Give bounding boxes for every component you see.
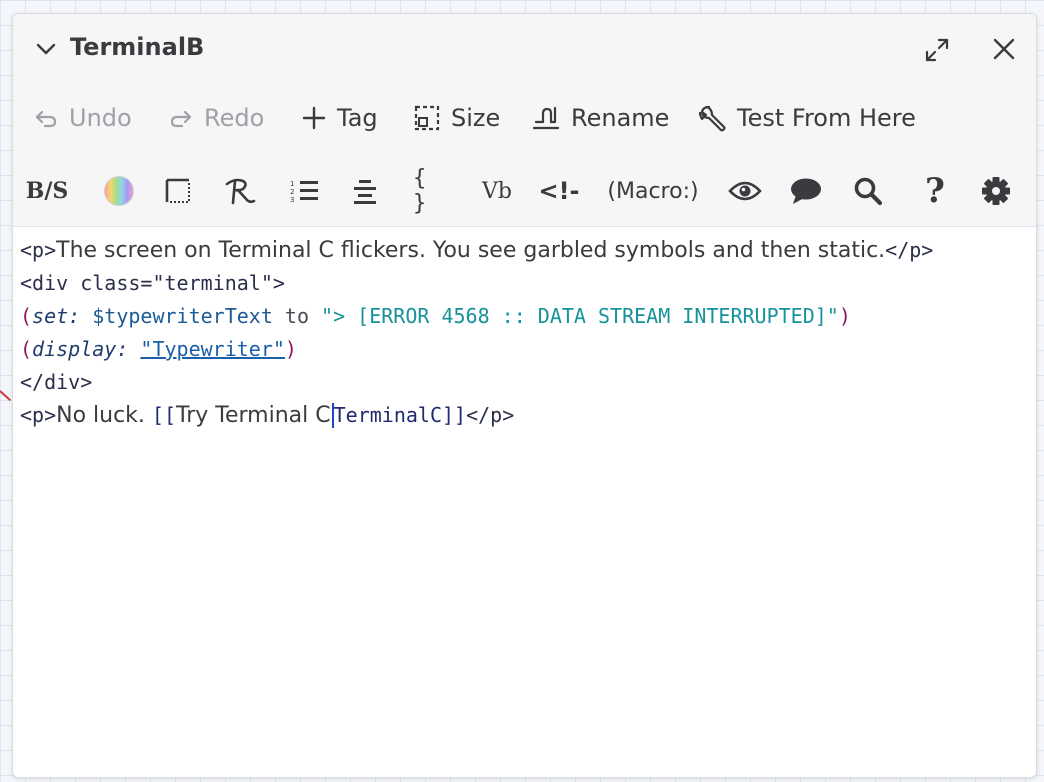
verbatim-label: Vb	[482, 178, 512, 204]
macro-paren: )	[838, 304, 851, 328]
wrench-icon	[698, 105, 726, 132]
svg-text:1: 1	[290, 180, 294, 188]
passage-edit-dialog: TerminalB Undo Redo Tag Size Rename Test…	[12, 13, 1037, 778]
dialog-title: TerminalB	[70, 33, 205, 61]
close-icon[interactable]	[991, 36, 1017, 62]
rename-label: Rename	[571, 104, 670, 132]
title-bar: TerminalB	[13, 14, 1036, 84]
prose-text: The screen on Terminal C flickers. You s…	[56, 238, 886, 263]
macro-button[interactable]: (Macro:)	[603, 169, 703, 213]
code-line: <p>No luck. [[Try Terminal C TerminalC]]<…	[20, 399, 1030, 432]
bold-strike-label: B/S	[25, 178, 69, 204]
link-bracket: ]]	[441, 403, 467, 427]
color-button[interactable]	[101, 169, 137, 213]
code-line: (display: "Typewriter")	[20, 333, 1030, 366]
passage-toolbar: Undo Redo Tag Size Rename Test From Here	[13, 98, 1036, 138]
numbered-list-icon: 123	[290, 180, 318, 204]
code-line: <div class="terminal">	[20, 267, 1030, 300]
comment-bubble-button[interactable]	[787, 169, 825, 213]
code-line: </div>	[20, 366, 1030, 399]
tag-label: Tag	[337, 104, 378, 132]
border-box-icon	[165, 178, 190, 203]
search-icon	[854, 177, 883, 206]
redo-label: Redo	[204, 104, 265, 132]
verbatim-button[interactable]: Vb	[479, 169, 515, 213]
rename-signature-icon	[532, 106, 560, 130]
macro-paren: (	[20, 304, 33, 328]
undo-button[interactable]: Undo	[33, 98, 132, 138]
chevron-down-icon[interactable]	[35, 38, 57, 60]
align-button[interactable]	[346, 169, 384, 213]
keyword: to	[272, 304, 322, 328]
eye-icon	[728, 181, 762, 201]
html-tag: </p>	[885, 238, 934, 262]
help-button[interactable]: ?	[916, 169, 954, 213]
align-center-icon	[354, 180, 376, 204]
tag-button[interactable]: Tag	[301, 98, 378, 138]
font-style-button[interactable]	[221, 169, 259, 213]
html-tag: <p>	[20, 403, 57, 427]
svg-text:3: 3	[290, 196, 294, 204]
macro-paren: )	[284, 337, 297, 361]
help-label: ?	[925, 171, 945, 211]
variable: $typewriterText	[80, 304, 273, 328]
test-from-here-button[interactable]: Test From Here	[697, 98, 916, 138]
code-line: (set: $typewriterText to "> [ERROR 4568 …	[20, 300, 1030, 333]
passage-link-text: Try Terminal C	[176, 403, 331, 428]
test-from-here-label: Test From Here	[737, 104, 916, 132]
preview-button[interactable]	[725, 169, 765, 213]
gear-icon	[982, 177, 1010, 205]
macro-paren: (	[20, 337, 33, 361]
prose-text: No luck.	[56, 403, 152, 428]
html-tag: </div>	[20, 370, 93, 394]
settings-button[interactable]	[977, 169, 1015, 213]
code-line: <p>The screen on Terminal C flickers. Yo…	[20, 234, 1030, 267]
macro-name: set:	[32, 304, 81, 328]
passage-text-editor[interactable]: <p>The screen on Terminal C flickers. Yo…	[20, 234, 1030, 432]
dialog-header: TerminalB Undo Redo Tag Size Rename Test…	[13, 14, 1036, 227]
html-tag: <div class="terminal">	[20, 271, 285, 295]
redo-arrow-icon	[170, 110, 192, 128]
svg-text:2: 2	[290, 188, 294, 196]
passage-link-target: TerminalC	[333, 403, 442, 427]
size-label: Size	[451, 104, 501, 132]
macro-name: display:	[32, 337, 129, 361]
comment-label: <!-	[538, 177, 580, 205]
braces-label: { }	[413, 166, 427, 216]
rainbow-color-icon	[104, 176, 134, 206]
maximize-icon[interactable]	[923, 36, 951, 64]
braces-button[interactable]: { }	[413, 166, 449, 216]
string-link[interactable]: "Typewriter"	[140, 337, 285, 361]
html-tag: <p>	[20, 238, 57, 262]
string-literal: "> [ERROR 4568 :: DATA STREAM INTERRUPTE…	[321, 304, 839, 328]
undo-label: Undo	[69, 104, 132, 132]
html-tag: </p>	[466, 403, 515, 427]
comment-button[interactable]: <!-	[538, 169, 580, 213]
format-toolbar: B/S 123 { } Vb <!- (Macro:) ?	[13, 166, 1036, 216]
canvas-connector-line	[0, 390, 12, 402]
list-button[interactable]: 123	[285, 169, 323, 213]
bold-strike-button[interactable]: B/S	[25, 169, 69, 213]
redo-button[interactable]: Redo	[168, 98, 264, 138]
rename-button[interactable]: Rename	[531, 98, 669, 138]
border-button[interactable]	[160, 169, 196, 213]
size-button[interactable]: Size	[413, 98, 500, 138]
speech-bubble-icon	[791, 178, 821, 204]
font-style-icon	[225, 178, 256, 205]
macro-label: (Macro:)	[607, 178, 699, 204]
plus-icon	[302, 106, 326, 130]
size-dashed-square-icon	[414, 105, 440, 131]
link-bracket: [[	[151, 403, 177, 427]
find-button[interactable]	[849, 169, 887, 213]
undo-arrow-icon	[35, 110, 57, 128]
